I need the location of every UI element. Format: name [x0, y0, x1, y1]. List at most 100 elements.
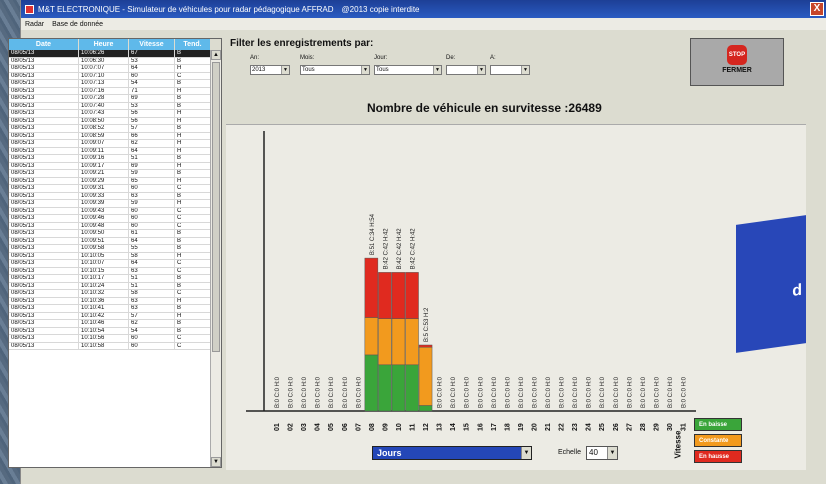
table-cell: 08/05/13	[9, 260, 79, 267]
table-cell: 54	[129, 80, 175, 87]
table-row[interactable]: 08/05/13 10:06:30 53 B	[9, 57, 211, 65]
table-row[interactable]: 08/05/13 10:07:07 64 H	[9, 65, 211, 73]
table-row[interactable]: 08/05/13 10:09:39 59 H	[9, 200, 211, 208]
x-tick-label: 02	[288, 423, 295, 431]
table-cell: 08/05/13	[9, 200, 79, 207]
app-icon	[25, 4, 34, 14]
table-row[interactable]: 08/05/13 10:06:26 67 B	[9, 50, 211, 58]
column-header-date[interactable]: Date	[9, 39, 79, 50]
table-cell: 10:07:07	[79, 65, 129, 72]
table-row[interactable]: 08/05/13 10:09:51 64 B	[9, 237, 211, 245]
table-row[interactable]: 08/05/13 10:07:10 60 C	[9, 72, 211, 80]
table-row[interactable]: 08/05/13 10:07:16 71 H	[9, 87, 211, 95]
table-row[interactable]: 08/05/13 10:09:58 55 B	[9, 245, 211, 253]
x-tick-label: 15	[464, 423, 471, 431]
close-icon[interactable]: X	[810, 2, 824, 16]
bar-label: B:0 C:0 H:0	[532, 376, 538, 408]
period-select[interactable]: Jours ▼	[372, 446, 532, 460]
table-cell: B	[175, 275, 211, 282]
table-row[interactable]: 08/05/13 10:09:48 60 C	[9, 222, 211, 230]
table-row[interactable]: 08/05/13 10:10:36 63 H	[9, 297, 211, 305]
menu-item-database[interactable]: Base de donnée	[52, 21, 103, 28]
table-row[interactable]: 08/05/13 10:10:41 63 B	[9, 305, 211, 313]
table-row[interactable]: 08/05/13 10:10:15 63 C	[9, 267, 211, 275]
table-row[interactable]: 08/05/13 10:09:43 60 C	[9, 207, 211, 215]
table-row[interactable]: 08/05/13 10:10:58 60 C	[9, 342, 211, 350]
filter-panel: Filter les enregistrements par:	[230, 38, 373, 49]
table-cell: 08/05/13	[9, 207, 79, 214]
table-cell: 10:07:28	[79, 95, 129, 102]
table-cell: 56	[129, 110, 175, 117]
bar-label: B:0 C:0 H:0	[519, 376, 525, 408]
column-header-trend[interactable]: Tend.	[175, 39, 211, 50]
table-row[interactable]: 08/05/13 10:10:46 62 B	[9, 320, 211, 328]
table-row[interactable]: 08/05/13 10:09:11 64 H	[9, 147, 211, 155]
bar-label: B:42 C:42 H:42	[383, 228, 389, 270]
table-row[interactable]: 08/05/13 10:10:56 60 C	[9, 335, 211, 343]
table-row[interactable]: 08/05/13 10:07:13 54 B	[9, 80, 211, 88]
table-row[interactable]: 08/05/13 10:09:33 63 B	[9, 192, 211, 200]
bar-label: B:0 C:0 H:0	[478, 376, 484, 408]
menu-item-radar[interactable]: Radar	[25, 21, 44, 28]
close-app-button[interactable]: STOP FERMER	[690, 38, 784, 86]
table-cell: 10:07:40	[79, 102, 129, 109]
table-cell: 08/05/13	[9, 50, 79, 57]
table-cell: B	[175, 305, 211, 312]
table-row[interactable]: 08/05/13 10:08:52 57 B	[9, 125, 211, 133]
table-cell: 10:08:52	[79, 125, 129, 132]
table-row[interactable]: 08/05/13 10:07:28 69 B	[9, 95, 211, 103]
table-scrollbar[interactable]: ▲ ▼	[210, 50, 221, 467]
table-cell: B	[175, 237, 211, 244]
table-row[interactable]: 08/05/13 10:09:17 69 H	[9, 162, 211, 170]
table-row[interactable]: 08/05/13 10:09:31 60 C	[9, 185, 211, 193]
x-tick-label: 23	[572, 423, 579, 431]
table-row[interactable]: 08/05/13 10:10:54 54 B	[9, 327, 211, 335]
scroll-up-icon[interactable]: ▲	[211, 50, 221, 60]
scroll-down-icon[interactable]: ▼	[211, 457, 221, 467]
table-row[interactable]: 08/05/13 10:09:29 65 H	[9, 177, 211, 185]
title-bar[interactable]: M&T ELECTRONIQUE - Simulateur de véhicul…	[21, 0, 826, 18]
table-row[interactable]: 08/05/13 10:09:16 51 B	[9, 155, 211, 163]
x-tick-label: 17	[491, 423, 498, 431]
to-select[interactable]: ▼	[490, 65, 530, 75]
table-row[interactable]: 08/05/13 10:09:21 59 B	[9, 170, 211, 178]
table-cell: 08/05/13	[9, 222, 79, 229]
table-row[interactable]: 08/05/13 10:07:43 56 H	[9, 110, 211, 118]
table-row[interactable]: 08/05/13 10:09:07 62 H	[9, 140, 211, 148]
table-cell: 56	[129, 117, 175, 124]
table-row[interactable]: 08/05/13 10:10:17 51 B	[9, 275, 211, 283]
table-row[interactable]: 08/05/13 10:10:07 64 C	[9, 260, 211, 268]
scale-select[interactable]: 40 ▼	[586, 446, 618, 460]
column-header-time[interactable]: Heure	[79, 39, 129, 50]
table-row[interactable]: 08/05/13 10:09:50 61 B	[9, 230, 211, 238]
table-row[interactable]: 08/05/13 10:10:24 51 B	[9, 282, 211, 290]
table-cell: 08/05/13	[9, 267, 79, 274]
from-select[interactable]: ▼	[446, 65, 486, 75]
table-row[interactable]: 08/05/13 10:10:42 57 H	[9, 312, 211, 320]
bar-segment	[364, 257, 379, 318]
table-row[interactable]: 08/05/13 10:10:32 58 C	[9, 290, 211, 298]
legend-item-constant: Constante	[694, 434, 742, 447]
table-row[interactable]: 08/05/13 10:08:59 66 H	[9, 132, 211, 140]
table-cell: C	[175, 72, 211, 79]
month-select[interactable]: Tous ▼	[300, 65, 370, 75]
column-header-speed[interactable]: Vitesse	[129, 39, 175, 50]
table-cell: B	[175, 80, 211, 87]
table-cell: 71	[129, 87, 175, 94]
day-select[interactable]: Tous ▼	[374, 65, 442, 75]
bar-segment	[405, 318, 419, 366]
table-cell: 10:10:24	[79, 282, 129, 289]
table-row[interactable]: 08/05/13 10:07:40 53 B	[9, 102, 211, 110]
table-row[interactable]: 08/05/13 10:10:05 58 H	[9, 252, 211, 260]
scroll-thumb[interactable]	[212, 62, 220, 352]
table-cell: C	[175, 222, 211, 229]
table-cell: 10:10:42	[79, 312, 129, 319]
year-select[interactable]: 2013 ▼	[250, 65, 290, 75]
table-cell: 63	[129, 267, 175, 274]
table-row[interactable]: 08/05/13 10:08:50 56 H	[9, 117, 211, 125]
chevron-down-icon: ▼	[281, 66, 289, 74]
from-label: De:	[446, 55, 456, 61]
bar-label: B:0 C:0 H:0	[560, 376, 566, 408]
table-row[interactable]: 08/05/13 10:09:46 60 C	[9, 215, 211, 223]
table-cell: 08/05/13	[9, 252, 79, 259]
